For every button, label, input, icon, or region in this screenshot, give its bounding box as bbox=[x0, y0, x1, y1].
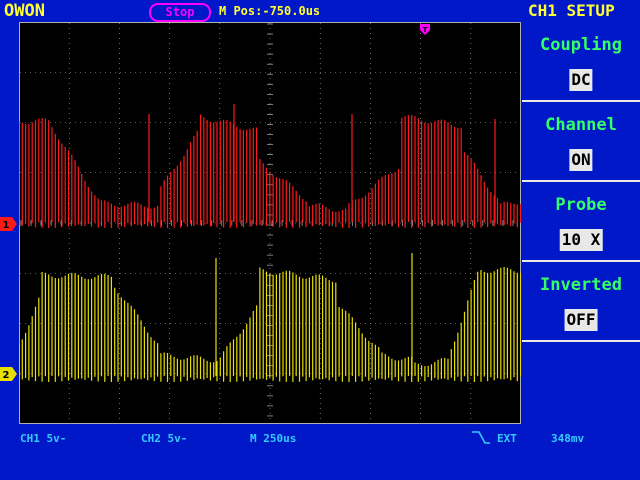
menu-item-coupling[interactable]: Coupling DC bbox=[522, 22, 640, 102]
rising-edge-trigger-icon bbox=[472, 431, 490, 444]
status-bar: CH1 5v- CH2 5v- M 250us EXT 348mv bbox=[0, 428, 640, 448]
coupling-label: Coupling bbox=[540, 35, 622, 55]
svg-text:T: T bbox=[423, 26, 428, 34]
ch1-ground-marker-icon[interactable]: 1 bbox=[0, 217, 18, 231]
ch1-marker-label: 1 bbox=[3, 220, 10, 231]
probe-value: 10 X bbox=[559, 229, 603, 251]
menu-title: CH1 SETUP bbox=[528, 1, 615, 20]
trigger-source: EXT bbox=[497, 432, 517, 445]
channel-value: ON bbox=[569, 149, 593, 171]
ch2-marker-label: 2 bbox=[3, 370, 10, 381]
ch2-ground-marker-icon[interactable]: 2 bbox=[0, 367, 18, 381]
menu-item-probe[interactable]: Probe 10 X bbox=[522, 182, 640, 262]
menu-item-inverted[interactable]: Inverted OFF bbox=[522, 262, 640, 342]
brand-logo: OWON bbox=[4, 1, 45, 21]
trigger-position-marker-icon: T bbox=[420, 24, 430, 35]
waveform-display: T bbox=[19, 22, 521, 424]
waveform-canvas: T bbox=[19, 22, 521, 424]
ch1-scale: CH1 5v- bbox=[20, 432, 67, 445]
channel-label: Channel bbox=[545, 115, 617, 135]
inverted-label: Inverted bbox=[540, 275, 622, 295]
main-position-readout: M Pos:-750.0us bbox=[219, 4, 321, 18]
probe-label: Probe bbox=[555, 195, 607, 215]
run-stop-indicator[interactable]: Stop bbox=[149, 3, 211, 22]
menu-item-channel[interactable]: Channel ON bbox=[522, 102, 640, 182]
timebase: M 250us bbox=[250, 432, 297, 445]
side-menu: Coupling DC Channel ON Probe 10 X Invert… bbox=[522, 22, 640, 426]
coupling-value: DC bbox=[569, 69, 593, 91]
ch2-trace bbox=[19, 253, 521, 382]
trigger-level: 348mv bbox=[551, 432, 585, 445]
ch2-scale: CH2 5v- bbox=[141, 432, 188, 445]
top-bar: OWON Stop M Pos:-750.0us CH1 SETUP bbox=[0, 0, 640, 22]
inverted-value: OFF bbox=[564, 309, 598, 331]
